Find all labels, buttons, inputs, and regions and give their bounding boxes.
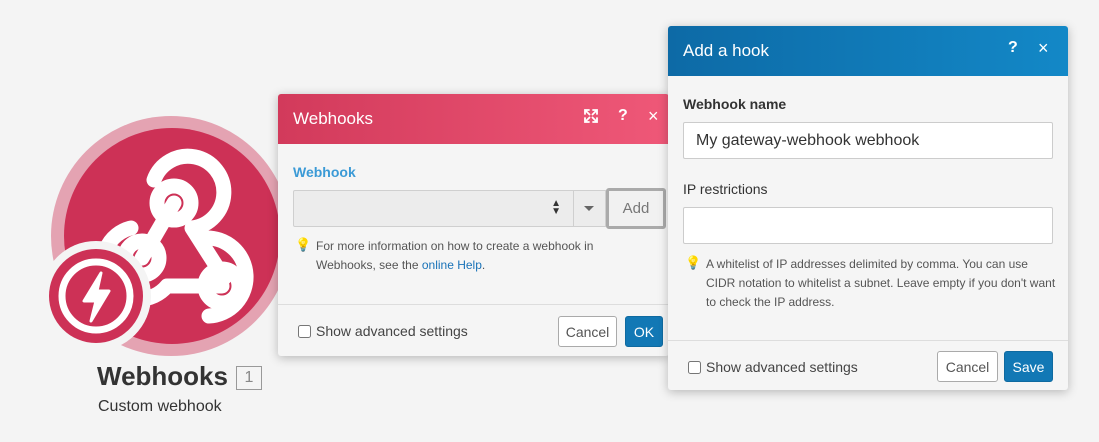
- webhooks-dialog: Webhooks ? × Webhook ▲ ▼ Add 💡 For more i…: [278, 94, 669, 356]
- cancel-button[interactable]: Cancel: [558, 316, 617, 347]
- webhook-name-label: Webhook name: [683, 96, 787, 112]
- advanced-settings-label: Show advanced settings: [316, 323, 468, 339]
- lightbulb-icon: 💡: [295, 237, 312, 252]
- module-name: Webhooks: [97, 361, 228, 391]
- online-help-link[interactable]: online Help: [422, 258, 482, 272]
- add-hook-dialog: Add a hook ? × Webhook name IP restricti…: [668, 26, 1068, 390]
- footer-divider: [668, 340, 1068, 341]
- lightning-icon: [58, 258, 134, 334]
- advanced-settings-checkbox[interactable]: [688, 360, 701, 374]
- add-hook-dialog-header: Add a hook ? ×: [668, 26, 1068, 76]
- help-icon[interactable]: ?: [618, 107, 628, 125]
- webhook-field-label: Webhook: [293, 164, 356, 180]
- ip-restrictions-input[interactable]: [683, 207, 1053, 244]
- footer-divider: [278, 304, 669, 305]
- chevron-down-icon: [584, 206, 594, 211]
- advanced-settings-toggle[interactable]: Show advanced settings: [688, 359, 858, 375]
- instant-trigger-badge: [41, 241, 151, 351]
- ip-restrictions-hint: A whitelist of IP addresses delimited by…: [706, 257, 1056, 309]
- webhooks-dialog-header: Webhooks ? ×: [278, 94, 669, 144]
- module-subtitle: Custom webhook: [98, 398, 222, 415]
- hint-period: .: [481, 258, 486, 272]
- webhook-select[interactable]: ▲ ▼: [293, 190, 574, 227]
- advanced-settings-toggle[interactable]: Show advanced settings: [298, 323, 468, 339]
- ok-button[interactable]: OK: [625, 316, 663, 347]
- webhook-name-input[interactable]: [683, 122, 1053, 159]
- webhook-help-hint: For more information on how to create a …: [316, 237, 636, 275]
- webhooks-dialog-title: Webhooks: [293, 109, 374, 128]
- sort-arrows-icon: ▲ ▼: [551, 198, 561, 217]
- module-id-badge: 1: [236, 366, 262, 390]
- cancel-button[interactable]: Cancel: [937, 351, 998, 382]
- add-webhook-button[interactable]: Add: [606, 188, 666, 229]
- add-hook-dialog-title: Add a hook: [683, 41, 770, 60]
- advanced-settings-label: Show advanced settings: [706, 359, 858, 375]
- save-button[interactable]: Save: [1004, 351, 1053, 382]
- close-icon[interactable]: ×: [648, 106, 659, 127]
- ip-restrictions-label: IP restrictions: [683, 181, 768, 197]
- close-icon[interactable]: ×: [1038, 38, 1049, 59]
- advanced-settings-checkbox[interactable]: [298, 324, 311, 338]
- webhook-dropdown-toggle[interactable]: [574, 190, 606, 227]
- expand-icon[interactable]: [584, 109, 598, 128]
- lightbulb-icon: 💡: [685, 255, 702, 270]
- help-icon[interactable]: ?: [1008, 39, 1018, 57]
